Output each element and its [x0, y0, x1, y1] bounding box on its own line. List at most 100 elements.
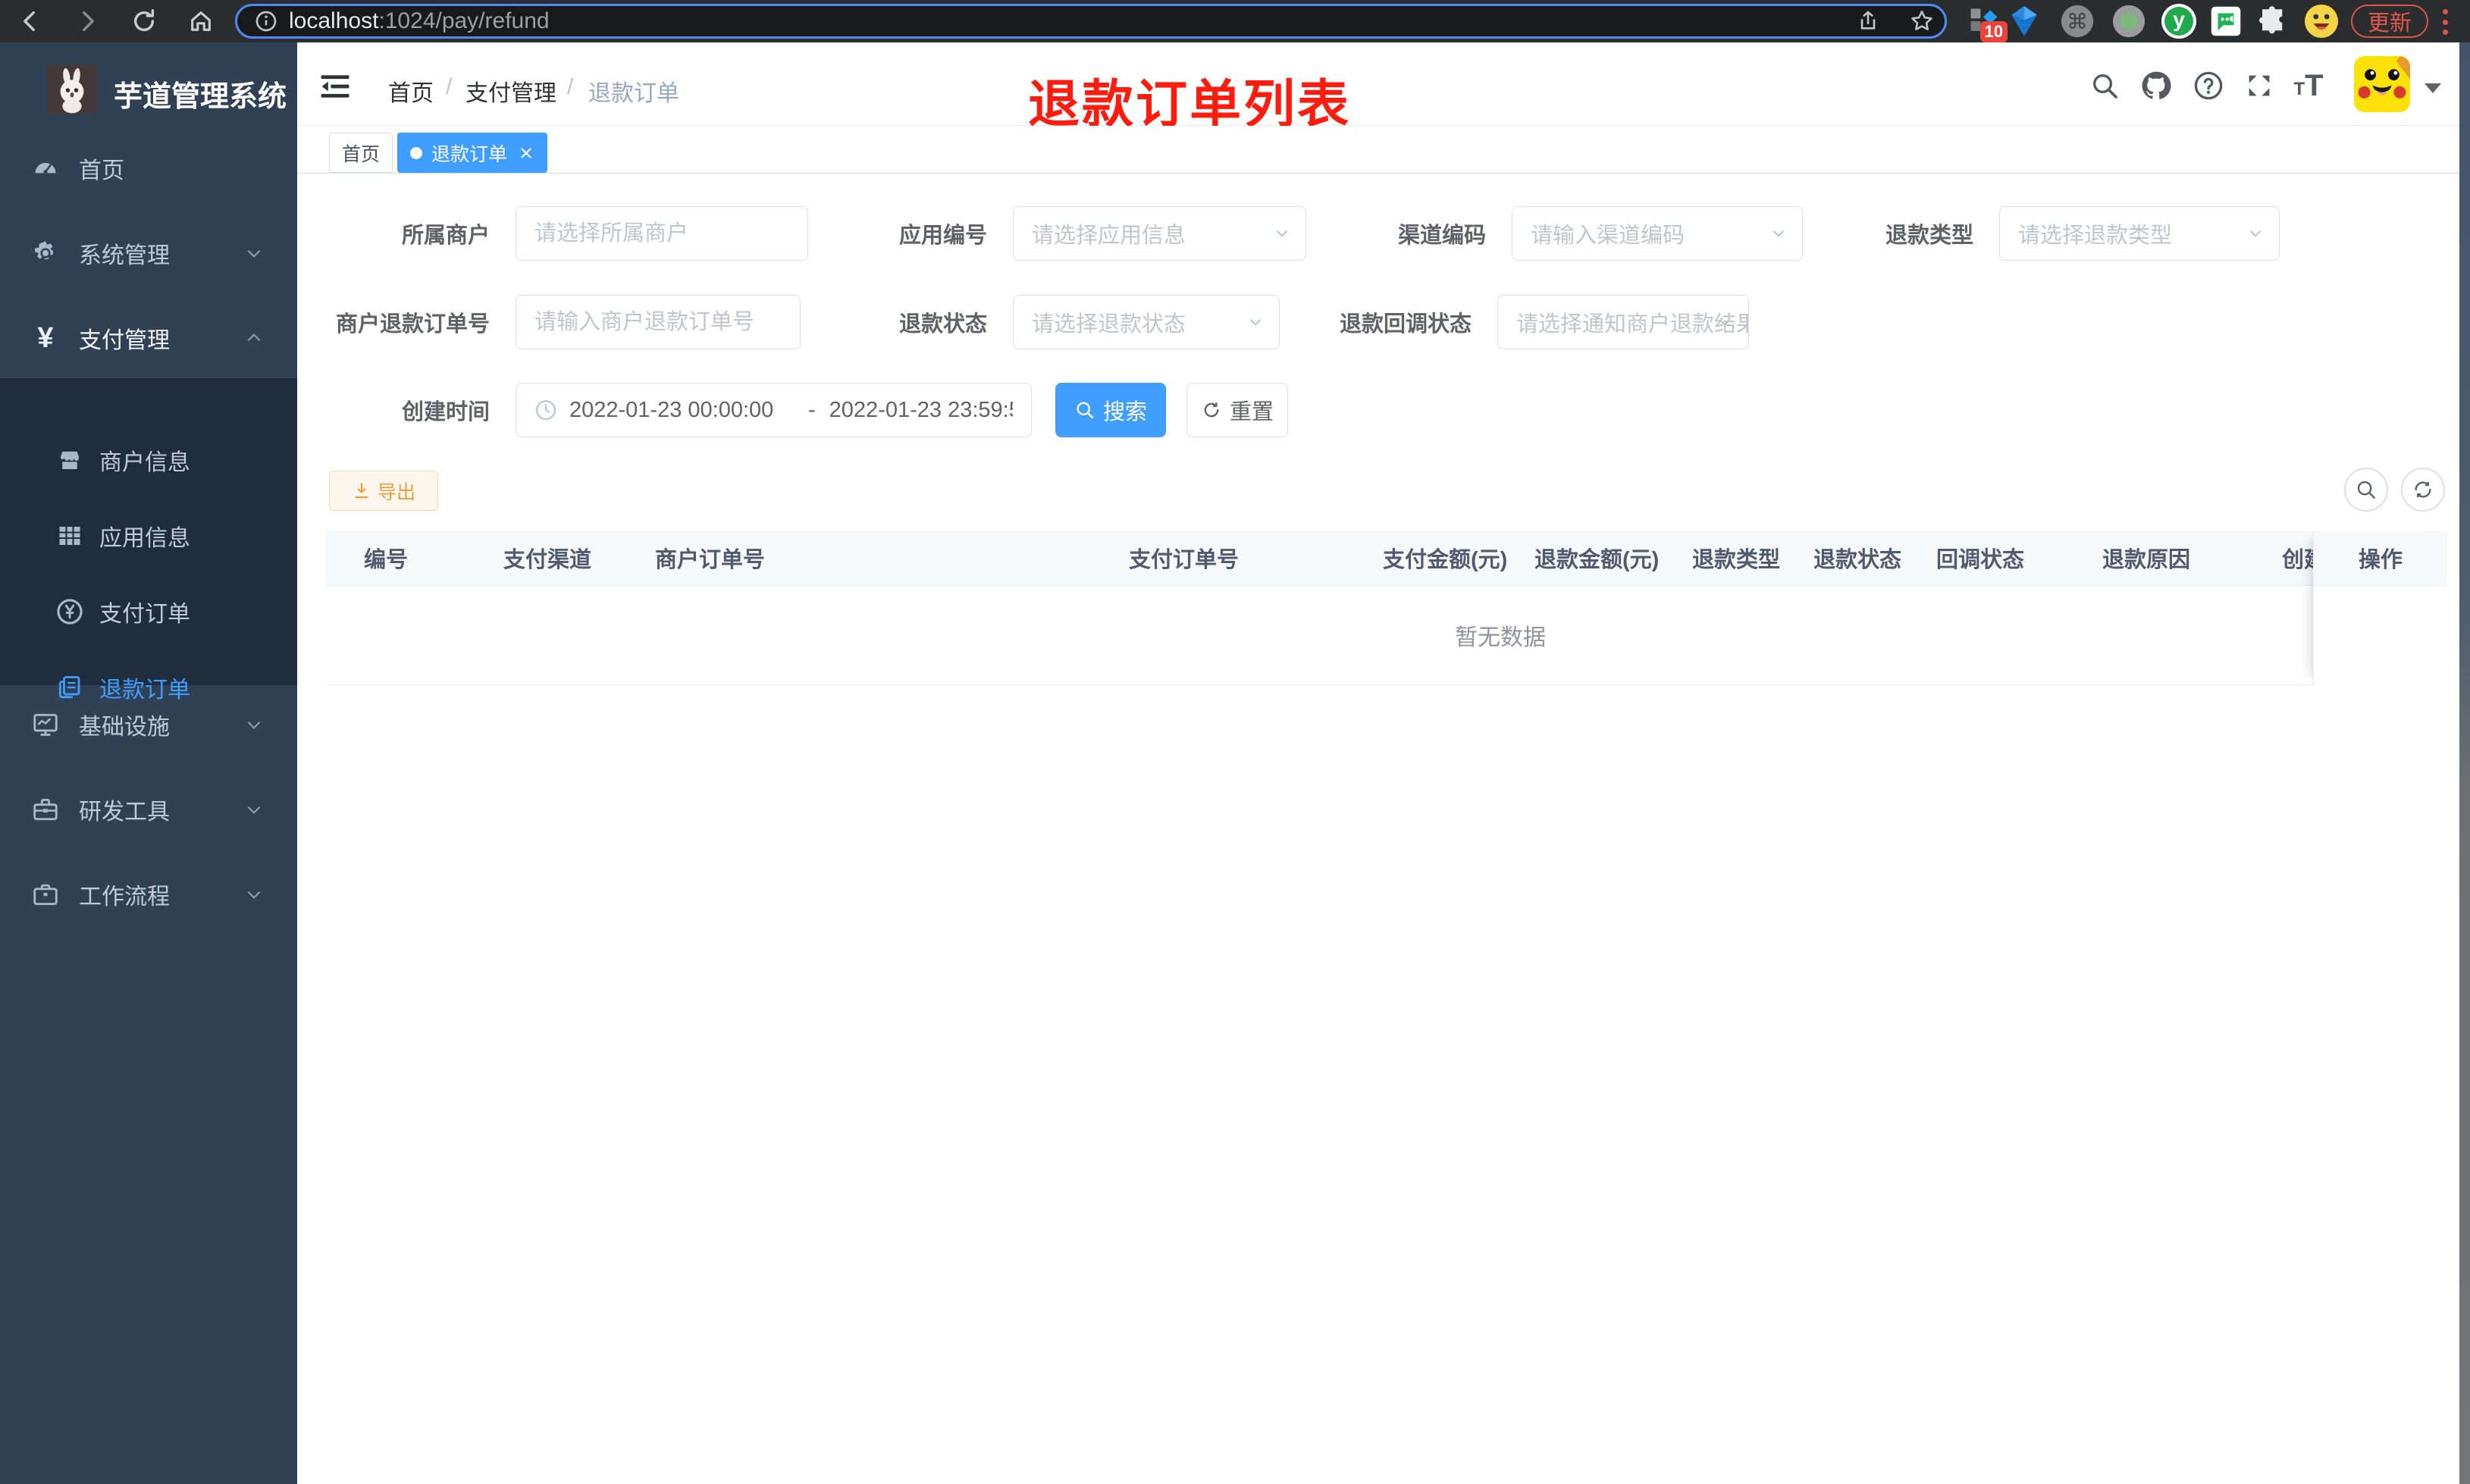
app-no-select[interactable]: 请选择应用信息: [1013, 206, 1306, 261]
extension-command-icon[interactable]: ⌘: [2059, 3, 2095, 39]
extension-recorder-icon[interactable]: [2111, 3, 2147, 39]
sidebar-submenu-pay: 商户信息 应用信息 支付订单 退款订单: [0, 378, 297, 703]
merchant-refund-no-input[interactable]: [516, 295, 801, 349]
fixed-action-column: 操作: [2313, 531, 2447, 686]
url-bar[interactable]: localhost:1024/pay/refund: [235, 4, 1947, 39]
home-icon[interactable]: [186, 6, 216, 36]
sidebar-item-app-info[interactable]: 应用信息: [0, 498, 297, 574]
tag-home[interactable]: 首页: [329, 133, 393, 173]
chevron-down-icon: [244, 884, 264, 904]
field-label: 退款类型: [1885, 224, 1973, 248]
field-merchant: 所属商户: [303, 206, 808, 261]
search-button[interactable]: 搜索: [1055, 383, 1166, 437]
tag-label: 首页: [342, 143, 381, 165]
sidebar-item-home[interactable]: 首页: [0, 126, 297, 211]
sidebar-item-workflow[interactable]: 工作流程: [0, 852, 297, 937]
profile-emoji-icon[interactable]: [2303, 3, 2340, 39]
table-header-row: 编号 支付渠道 商户订单号 支付订单号 支付金额(元) 退款金额(元) 退款类型…: [326, 531, 2447, 586]
breadcrumb-separator: /: [567, 74, 574, 99]
grid-icon: [55, 521, 84, 550]
help-icon[interactable]: [2191, 68, 2226, 103]
site-info-icon[interactable]: [254, 9, 278, 33]
bookmark-star-icon[interactable]: [1909, 8, 1935, 34]
col-header-refund-status: 退款状态: [1813, 548, 1902, 572]
toggle-search-button[interactable]: [2344, 468, 2388, 512]
chevron-down-icon: [244, 243, 264, 263]
github-icon[interactable]: [2139, 68, 2174, 103]
font-size-icon[interactable]: TT: [2291, 68, 2326, 103]
avatar-caret-icon[interactable]: [2425, 83, 2441, 93]
small-t-glyph: T: [2293, 79, 2305, 99]
field-refund-type: 退款类型 请选择退款类型: [1782, 206, 2280, 261]
browser-menu-icon[interactable]: [2443, 9, 2449, 35]
browser-update-button[interactable]: 更新: [2351, 5, 2429, 38]
refund-table: 编号 支付渠道 商户订单号 支付订单号 支付金额(元) 退款金额(元) 退款类型…: [326, 531, 2447, 686]
sidebar: 芋道管理系统 首页 系统管理 ¥ 支付管理 商户信息 应用信息 支付订单 退款订…: [0, 42, 297, 1484]
merchant-refund-no-input-control[interactable]: [534, 309, 782, 335]
sidebar-item-pay-order[interactable]: 支付订单: [0, 574, 297, 650]
forward-icon[interactable]: [72, 6, 102, 36]
col-header-refund-amount: 退款金额(元): [1534, 548, 1660, 572]
merchant-input-control[interactable]: [534, 221, 789, 246]
placeholder-text: 请输入渠道编码: [1531, 224, 1685, 248]
channel-code-select[interactable]: 请输入渠道编码: [1512, 206, 1803, 261]
reset-button[interactable]: 重置: [1186, 383, 1288, 437]
sidebar-item-system[interactable]: 系统管理: [0, 211, 297, 296]
col-header-action: 操作: [2314, 531, 2447, 586]
yen-icon: ¥: [30, 322, 61, 354]
tag-refund-order[interactable]: 退款订单: [397, 133, 548, 173]
chevron-down-icon: [1715, 312, 1735, 332]
extensions-puzzle-icon[interactable]: [2255, 3, 2291, 39]
sidebar-item-merchant-info[interactable]: 商户信息: [0, 422, 297, 498]
reload-icon[interactable]: [129, 6, 159, 36]
merchant-input[interactable]: [516, 206, 808, 261]
refresh-button[interactable]: [2401, 468, 2445, 512]
sidebar-item-label: 基础设施: [79, 715, 170, 740]
extension-y-icon[interactable]: y: [2161, 3, 2197, 39]
date-range-picker[interactable]: 2022-01-23 00:00:00 - 2022-01-23 23:59:5…: [516, 383, 1032, 437]
placeholder-text: 请选择应用信息: [1032, 224, 1186, 248]
col-header-refund-reason: 退款原因: [2102, 548, 2191, 572]
sidebar-item-infra[interactable]: 基础设施: [0, 682, 297, 767]
extension-kite-icon[interactable]: [2006, 3, 2042, 39]
url-text: localhost:1024/pay/refund: [289, 8, 550, 34]
url-path: :1024/pay/refund: [378, 8, 550, 33]
user-avatar[interactable]: [2354, 56, 2410, 112]
chevron-up-icon: [244, 328, 264, 348]
breadcrumb-home[interactable]: 首页: [388, 74, 434, 108]
store-icon: [55, 446, 84, 474]
url-host: localhost: [289, 8, 379, 33]
back-icon[interactable]: [15, 6, 45, 36]
field-label: 退款状态: [898, 312, 987, 337]
browser-toolbar: localhost:1024/pay/refund 10 ⌘ y 更新: [0, 0, 2470, 42]
field-label: 所属商户: [401, 224, 490, 248]
date-start-value: 2022-01-23 00:00:00: [569, 397, 774, 422]
sidebar-item-label: 应用信息: [99, 526, 190, 551]
window-scrollbar[interactable]: [2459, 42, 2470, 1484]
breadcrumb-pay[interactable]: 支付管理: [465, 74, 556, 108]
breadcrumb-separator: /: [446, 74, 453, 99]
big-t-glyph: T: [2305, 68, 2324, 102]
date-end-value: 2022-01-23 23:59:59: [829, 397, 1013, 422]
fullscreen-icon[interactable]: [2242, 68, 2277, 103]
screen: localhost:1024/pay/refund 10 ⌘ y 更新 芋道管理…: [0, 0, 2470, 1484]
sidebar-item-label: 系统管理: [79, 243, 170, 268]
sidebar-item-pay[interactable]: ¥ 支付管理: [0, 296, 297, 380]
extension-chat-icon[interactable]: [2208, 3, 2244, 39]
header-search-icon[interactable]: [2087, 68, 2122, 103]
col-header-id: 编号: [364, 548, 409, 572]
gear-icon: [30, 238, 61, 268]
refund-type-select[interactable]: 请选择退款类型: [1999, 206, 2280, 261]
share-icon[interactable]: [1856, 9, 1880, 33]
col-header-merchant-order: 商户订单号: [655, 548, 766, 572]
sidebar-item-dev-tools[interactable]: 研发工具: [0, 767, 297, 852]
export-button[interactable]: 导出: [329, 471, 438, 511]
notify-status-select[interactable]: 请选择通知商户退款结果的: [1497, 295, 1749, 349]
sidebar-collapse-icon[interactable]: [318, 70, 352, 103]
field-label: 退款回调状态: [1339, 312, 1472, 337]
chevron-down-icon: [244, 715, 264, 734]
extension-tab-manager-icon[interactable]: 10: [1965, 3, 2008, 42]
search-label: 搜索: [1102, 400, 1147, 424]
close-icon[interactable]: [518, 145, 534, 161]
sidebar-item-label: 研发工具: [79, 800, 170, 825]
